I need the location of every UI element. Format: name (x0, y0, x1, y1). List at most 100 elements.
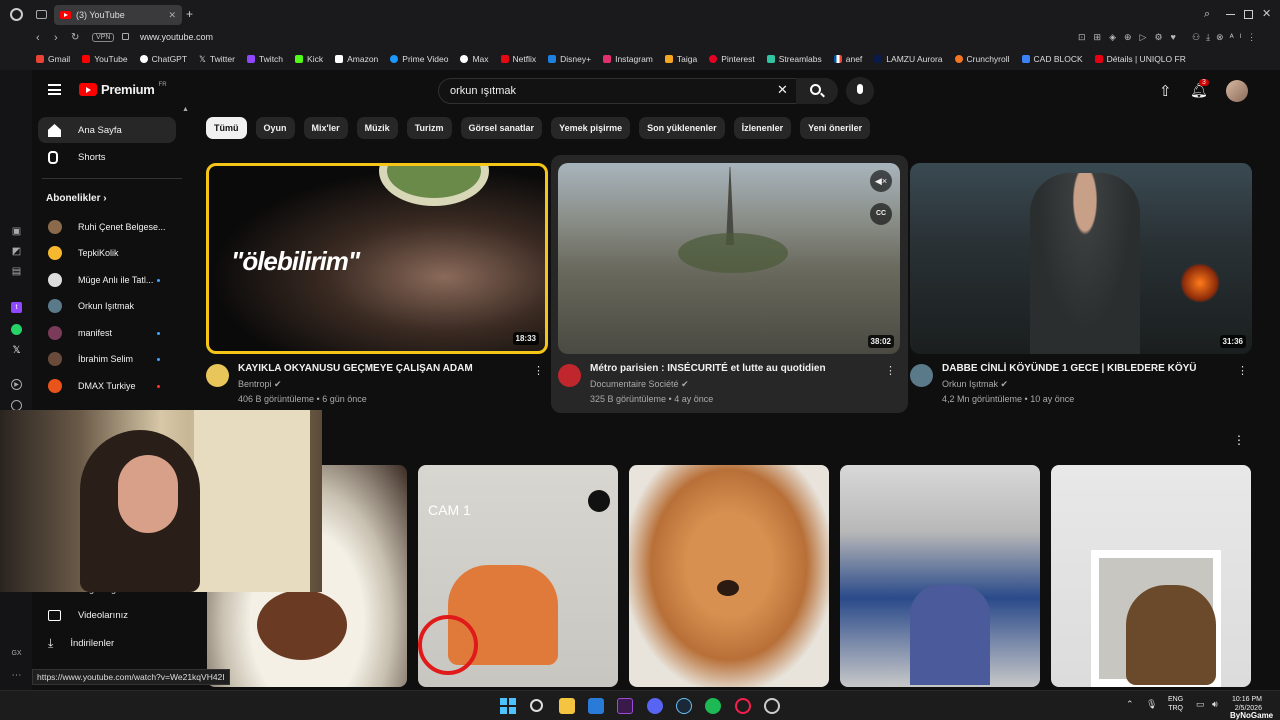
video-thumbnail[interactable]: "ölebilirim" 18:33 (206, 163, 548, 354)
bookmark-instagram[interactable]: Instagram (603, 54, 653, 64)
bookmark-youtube[interactable]: YouTube (82, 54, 128, 64)
video-title[interactable]: Métro parisien : INSÉCURITÉ et lutte au … (590, 363, 890, 374)
more-options-icon[interactable]: ⋯ (11, 670, 22, 681)
bookmark-gmail[interactable]: Gmail (36, 54, 70, 64)
subscription-item[interactable]: Müge Anlı ile Tatl... (42, 270, 182, 290)
more-actions-icon[interactable]: ⋮ (533, 364, 544, 377)
gx-cleaner-icon[interactable]: ◩ (11, 246, 22, 257)
tab-youtube[interactable]: (3) YouTube ✕ (54, 5, 182, 25)
tab-close-icon[interactable]: ✕ (168, 10, 176, 21)
channel-name[interactable]: Documentaire Société ✔ (590, 379, 689, 390)
bookmark-amazon[interactable]: Amazon (335, 54, 378, 64)
opera-logo-icon[interactable] (10, 8, 23, 21)
chip[interactable]: Tümü (206, 117, 247, 139)
captions-button[interactable]: CC (870, 203, 892, 225)
microphone-tray-icon[interactable]: 🎙︎ (1146, 699, 1157, 710)
chip[interactable]: Müzik (356, 117, 398, 139)
workspace-icon[interactable] (36, 10, 47, 19)
subscription-item[interactable]: İbrahim Selim (42, 349, 182, 369)
channel-avatar[interactable] (558, 364, 581, 387)
bookmark-twitter[interactable]: 𝕏 Twitter (199, 54, 235, 65)
reload-icon[interactable]: ↻ (71, 32, 79, 43)
steam-icon[interactable] (676, 698, 692, 714)
subscriptions-header[interactable]: Abonelikler › (46, 193, 107, 204)
chip[interactable]: İzlenenler (733, 117, 792, 139)
video-thumbnail[interactable]: 31:36 (910, 163, 1252, 354)
video-thumbnail[interactable]: ◀× CC 38:02 (558, 163, 900, 354)
bookmark-pinterest[interactable]: Pinterest (709, 54, 755, 64)
spotify-icon[interactable] (705, 698, 721, 714)
channel-name[interactable]: Orkun Işıtmak ✔ (942, 379, 1008, 390)
whatsapp-icon[interactable] (11, 324, 22, 335)
chip[interactable]: Oyun (255, 117, 295, 139)
mute-button[interactable]: ◀× (870, 170, 892, 192)
new-tab-icon[interactable]: + (186, 7, 193, 21)
gx-control-icon[interactable]: ▣ (11, 226, 22, 237)
chip[interactable]: Mix'ler (303, 117, 348, 139)
app2-icon[interactable] (764, 698, 780, 714)
search-input[interactable]: orkun ışıtmak (438, 78, 828, 104)
bookmark-chatgpt[interactable]: ChatGPT (139, 54, 187, 64)
short-card[interactable] (629, 465, 829, 687)
short-card[interactable] (1051, 465, 1251, 687)
sidebar-item-shorts[interactable]: Shorts (38, 144, 176, 170)
outlook-icon[interactable] (588, 698, 604, 714)
channel-name[interactable]: Bentropi ✔ (238, 379, 282, 390)
twitch-sidebar-icon[interactable]: t (11, 302, 22, 313)
more-actions-icon[interactable]: ⋮ (885, 364, 896, 377)
app-icon[interactable] (617, 698, 633, 714)
minimize-icon[interactable] (1226, 14, 1235, 15)
bookmark-lamzu[interactable]: LAMZU Aurora (874, 54, 943, 64)
sidebar-scroll-up-icon[interactable]: ▲ (182, 106, 189, 113)
search-tabs-icon[interactable]: ⌕ (1204, 8, 1210, 21)
maximize-icon[interactable] (1244, 10, 1253, 19)
sidebar-item-home[interactable]: Ana Sayfa (38, 117, 176, 143)
menu-icon[interactable] (48, 84, 61, 95)
bookmark-crunchyroll[interactable]: Crunchyroll (954, 54, 1010, 64)
subscription-item[interactable]: TepkiKolik (42, 243, 182, 263)
player-sidebar-icon[interactable]: ▶ (11, 379, 22, 390)
opera-gx-icon[interactable] (735, 698, 751, 714)
start-icon[interactable] (500, 698, 516, 714)
clear-search-icon[interactable]: ✕ (777, 82, 788, 98)
network-icon[interactable]: ▭ (1196, 699, 1205, 710)
file-explorer-icon[interactable] (559, 698, 575, 714)
bookmark-twitch[interactable]: Twitch (246, 54, 283, 64)
upload-icon[interactable]: ⇧ (1159, 82, 1172, 100)
close-window-icon[interactable]: ✕ (1262, 7, 1271, 20)
voice-search-button[interactable] (846, 77, 874, 105)
volume-icon[interactable]: 🔊︎ (1212, 699, 1218, 710)
subscription-item[interactable]: manifest (42, 323, 182, 343)
bookmark-taiga[interactable]: Taiga (664, 54, 697, 64)
chip[interactable]: Yemek pişirme (551, 117, 631, 139)
notifications-button[interactable]: 🔔︎ 3 (1190, 79, 1209, 100)
video-title[interactable]: KAYIKLA OKYANUSU GEÇMEYE ÇALIŞAN ADAM (238, 363, 538, 374)
sidebar-item-your-videos[interactable]: Videolarınız (48, 610, 128, 621)
bookmark-netflix[interactable]: Netflix (500, 54, 536, 64)
channel-avatar[interactable] (206, 364, 229, 387)
chip[interactable]: Yeni öneriler (800, 117, 871, 139)
shorts-section-menu-icon[interactable]: ⋮ (1233, 433, 1245, 447)
bookmark-max[interactable]: Max (460, 54, 489, 64)
short-card[interactable]: CAM 1 (418, 465, 618, 687)
video-title[interactable]: DABBE CİNLİ KÖYÜNDE 1 GECE | KIBLEDERE K… (942, 363, 1242, 374)
bookmark-cad-block[interactable]: CAD BLOCK (1021, 54, 1083, 64)
bookmark-anef[interactable]: anef (833, 54, 862, 64)
language-indicator[interactable]: ENG TRQ (1168, 695, 1183, 713)
vpn-badge[interactable]: VPN (92, 33, 115, 42)
channel-avatar[interactable] (910, 364, 933, 387)
subscription-item[interactable]: Orkun Işıtmak (42, 296, 182, 316)
forward-icon[interactable]: › (54, 32, 58, 44)
chip[interactable]: Turizm (406, 117, 452, 139)
gx-logo-icon[interactable]: GX (11, 648, 22, 659)
sidebar-item-downloads[interactable]: ⤓ İndirilenler (48, 636, 114, 651)
search-button[interactable] (796, 78, 838, 104)
url-field[interactable]: www.youtube.com (140, 32, 213, 42)
bookmark-kick[interactable]: Kick (295, 54, 323, 64)
chip[interactable]: Son yüklenenler (639, 117, 725, 139)
profile-icons[interactable]: ⚇⤓⊗ᴬᴵ⋮ (1192, 32, 1262, 43)
extension-icons[interactable]: ⊡⊞◈⊕▷⚙♥ (1078, 32, 1184, 43)
bookmark-streamlabs[interactable]: Streamlabs (766, 54, 822, 64)
bookmark-disney[interactable]: Disney+ (548, 54, 591, 64)
bookmark-uniqlo[interactable]: Détails | UNIQLO FR (1094, 54, 1186, 64)
